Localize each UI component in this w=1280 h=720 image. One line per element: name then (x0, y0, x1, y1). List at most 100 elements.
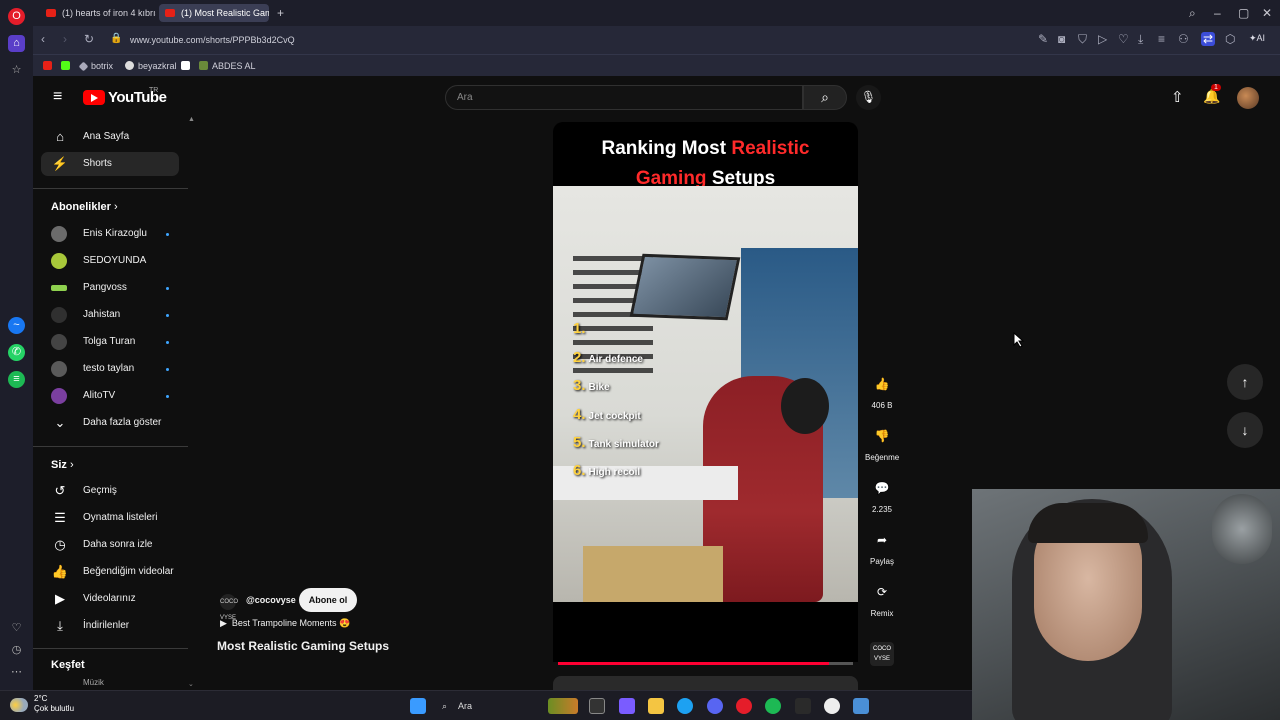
more-icon[interactable]: ⋯ (8, 664, 25, 681)
star-icon[interactable]: ☆ (8, 62, 25, 79)
maximize-icon[interactable]: ▢ (1238, 6, 1249, 20)
translate-icon[interactable]: ⇄ (1201, 32, 1216, 46)
sidebar-item-channel[interactable]: Pangvoss (41, 276, 179, 300)
sidebar-item-channel[interactable]: Tolga Turan (41, 330, 179, 354)
music-link[interactable]: ▶ Best Trampoline Moments 😍 (220, 618, 350, 629)
discord-icon[interactable] (707, 698, 723, 714)
lock-icon[interactable]: 🔒 (110, 33, 122, 44)
sound-button[interactable]: COCO VYSE (865, 642, 899, 666)
search-button[interactable]: ⌕ (803, 85, 847, 110)
edge-icon[interactable] (677, 698, 693, 714)
opera-icon[interactable] (736, 698, 752, 714)
notifications-button[interactable]: 🔔 1 (1203, 84, 1221, 105)
hamburger-menu-icon[interactable]: ≡ (53, 88, 62, 106)
file-explorer-icon[interactable] (648, 698, 664, 714)
dislike-button[interactable]: 👎 Beğenme (865, 424, 899, 462)
taskbar-search[interactable]: ⌕ Ara (438, 697, 538, 715)
tab-most-realistic[interactable]: (1) Most Realistic Gam (159, 4, 269, 22)
sidebar-item-watch-later[interactable]: ◷ Daha sonra izle (41, 533, 179, 557)
sidebar-item-home[interactable]: ⌂ Ana Sayfa (41, 125, 179, 149)
task-view-icon[interactable] (589, 698, 605, 714)
show-more-button[interactable]: ⌄ Daha fazla göster (41, 411, 179, 435)
home-icon[interactable]: ⌂ (8, 35, 25, 52)
sidebar-item-channel[interactable]: SEDOYUNDA (41, 249, 179, 273)
new-tab-icon[interactable]: + (277, 6, 284, 20)
channel-handle[interactable]: @cocovyse (246, 595, 296, 605)
play-icon[interactable]: ▷ (1098, 32, 1107, 46)
scroll-down-icon[interactable]: ⌄ (188, 680, 194, 688)
document-bookmark-icon[interactable] (181, 59, 194, 73)
sidebar-item-channel[interactable]: testo taylan (41, 357, 179, 381)
url-field[interactable]: www.youtube.com/shorts/PPPBb3d2CvQ (125, 30, 1235, 50)
spotify-icon[interactable] (765, 698, 781, 714)
sidebar-item-downloads[interactable]: ⤓ İndirilenler (41, 614, 179, 638)
kick-bookmark-icon[interactable] (61, 59, 74, 73)
voice-search-button[interactable]: 🎙 (856, 85, 881, 110)
history-clock-icon[interactable]: ◷ (8, 642, 25, 659)
previous-short-button[interactable]: ↑ (1227, 364, 1263, 400)
you-heading[interactable]: Siz › (51, 459, 74, 471)
settings-gear-icon[interactable] (853, 698, 869, 714)
close-icon[interactable]: ✕ (1262, 6, 1272, 20)
tab-search-icon[interactable]: ⌕ (1189, 6, 1196, 21)
sidebar-item-channel[interactable]: Jahistan (41, 303, 179, 327)
reload-icon[interactable]: ↻ (84, 32, 94, 46)
opera-logo-icon[interactable]: O (8, 8, 25, 25)
subscribe-button[interactable]: Abone ol (299, 588, 357, 612)
comments-button[interactable]: 💬 2.235 (865, 476, 899, 514)
sidebar-item-history[interactable]: ↺ Geçmiş (41, 479, 179, 503)
widgets-icon[interactable] (619, 698, 635, 714)
weather-icon[interactable] (10, 698, 28, 712)
weather-widget[interactable]: 2°C Çok bulutlu (34, 694, 74, 714)
heart-icon[interactable]: ♡ (1118, 32, 1129, 46)
whatsapp-icon[interactable]: ✆ (8, 344, 25, 361)
forward-icon[interactable]: › (63, 32, 67, 46)
tab-hearts-of-iron[interactable]: (1) hearts of iron 4 kıbrıs c (40, 4, 156, 22)
like-count: 406 B (871, 401, 893, 410)
messenger-icon[interactable]: ~ (8, 317, 25, 334)
steam-icon[interactable] (824, 698, 840, 714)
scroll-up-icon[interactable]: ▲ (188, 116, 195, 123)
edit-icon[interactable]: ✎ (1038, 32, 1048, 46)
sidebar-item-liked-videos[interactable]: 👍 Beğendiğim videolar (41, 560, 179, 584)
bookmark-botrix[interactable]: botrix (78, 59, 113, 73)
remix-button[interactable]: ⟳ Remix (865, 580, 899, 618)
camera-icon[interactable]: ◙ (1058, 32, 1065, 46)
bookmark-abdes-al[interactable]: ABDES AL (199, 59, 256, 73)
shorts-video-player[interactable]: Ranking Most Realistic Gaming Setups 1. … (553, 122, 858, 662)
back-icon[interactable]: ‹ (41, 32, 45, 46)
sidebar-item-shorts[interactable]: ⚡ Shorts (41, 152, 179, 176)
share-button[interactable]: ➦ Paylaş (865, 528, 899, 566)
subscriptions-heading[interactable]: Abonelikler › (51, 201, 118, 213)
sidebar-item-channel[interactable]: Enis Kirazoglu (41, 222, 179, 246)
search-highlight-icon[interactable] (548, 698, 578, 714)
search-input[interactable]: Ara (445, 85, 803, 110)
bookmark-beyazkral[interactable]: beyazkral (125, 59, 177, 73)
upload-icon[interactable]: ⇧ (1171, 88, 1184, 106)
app-icon[interactable] (795, 698, 811, 714)
sidebar-item-label: Geçmiş (83, 485, 117, 496)
spotify-icon[interactable]: ≡ (8, 371, 25, 388)
extensions-icon[interactable]: ⬡ (1225, 32, 1235, 46)
download-icon[interactable]: ⤓ (1138, 32, 1143, 47)
sidebar-item-your-videos[interactable]: ▶ Videolarınız (41, 587, 179, 611)
sidebar-item-playlists[interactable]: ☰ Oynatma listeleri (41, 506, 179, 530)
channel-avatar[interactable]: COCO VYSE (220, 594, 238, 621)
windows-start-icon[interactable] (410, 698, 426, 714)
sound-thumbnail: COCO VYSE (870, 642, 894, 666)
menu-icon[interactable]: ≡ (1158, 32, 1165, 46)
next-short-button[interactable]: ↓ (1227, 412, 1263, 448)
youtube-bookmark-icon[interactable] (43, 59, 56, 73)
heart-icon[interactable]: ♡ (8, 620, 25, 637)
avatar[interactable] (1237, 87, 1259, 109)
video-overlay-title: Ranking Most Realistic Gaming Setups (601, 138, 810, 189)
sidebar-item-music[interactable]: Müzik (41, 676, 179, 690)
shield-icon[interactable]: ⛉ (1078, 32, 1087, 47)
profile-icon[interactable]: ⚇ (1178, 32, 1189, 46)
ai-button[interactable]: ✦AI (1249, 33, 1265, 44)
sidebar-item-channel[interactable]: AlitoTV (41, 384, 179, 408)
video-progress-bar[interactable] (558, 662, 853, 665)
like-button[interactable]: 👍 406 B (865, 372, 899, 410)
minimize-icon[interactable]: – (1214, 6, 1221, 20)
next-short-preview[interactable] (553, 676, 858, 690)
